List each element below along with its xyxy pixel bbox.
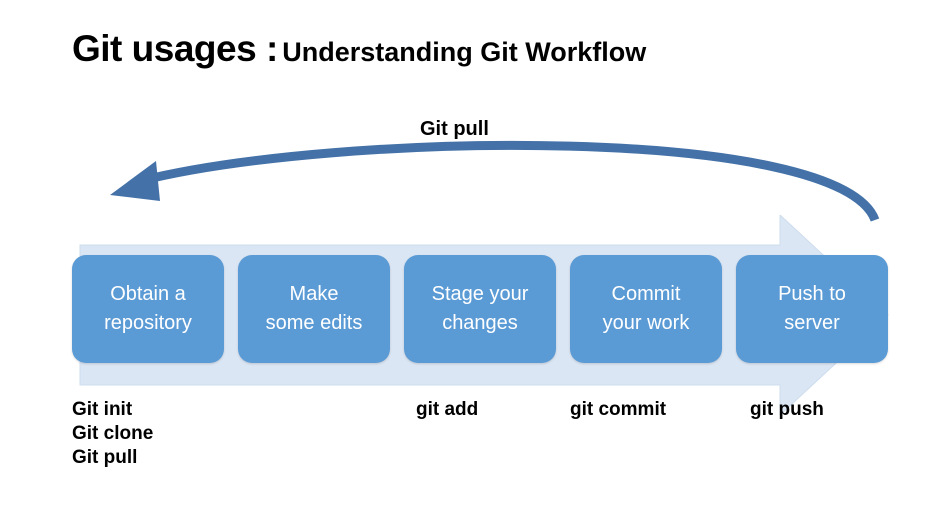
step-line1: Make (290, 280, 339, 309)
git-pull-label: Git pull (420, 118, 489, 141)
workflow-steps: Obtain a repository Make some edits Stag… (72, 255, 888, 363)
cmd-commit: git commit (570, 398, 666, 422)
step-line2: some edits (266, 309, 363, 338)
slide-title: Git usages : Understanding Git Workflow (72, 28, 646, 70)
step-line2: your work (603, 309, 690, 338)
step-make-edits: Make some edits (238, 255, 390, 363)
step-push-server: Push to server (736, 255, 888, 363)
cmd-stage: git add (416, 398, 478, 422)
step-commit-work: Commit your work (570, 255, 722, 363)
step-line1: Commit (612, 280, 681, 309)
step-line2: repository (104, 309, 192, 338)
step-line1: Push to (778, 280, 846, 309)
title-sub: Understanding Git Workflow (282, 37, 646, 67)
step-stage-changes: Stage your changes (404, 255, 556, 363)
step-obtain-repo: Obtain a repository (72, 255, 224, 363)
step-line1: Obtain a (110, 280, 186, 309)
step-line2: changes (442, 309, 518, 338)
cmd-push: git push (750, 398, 824, 422)
cmd-obtain: Git init Git clone Git pull (72, 398, 153, 469)
step-line2: server (784, 309, 840, 338)
step-line1: Stage your (432, 280, 529, 309)
title-strong: Git usages : (72, 28, 278, 69)
